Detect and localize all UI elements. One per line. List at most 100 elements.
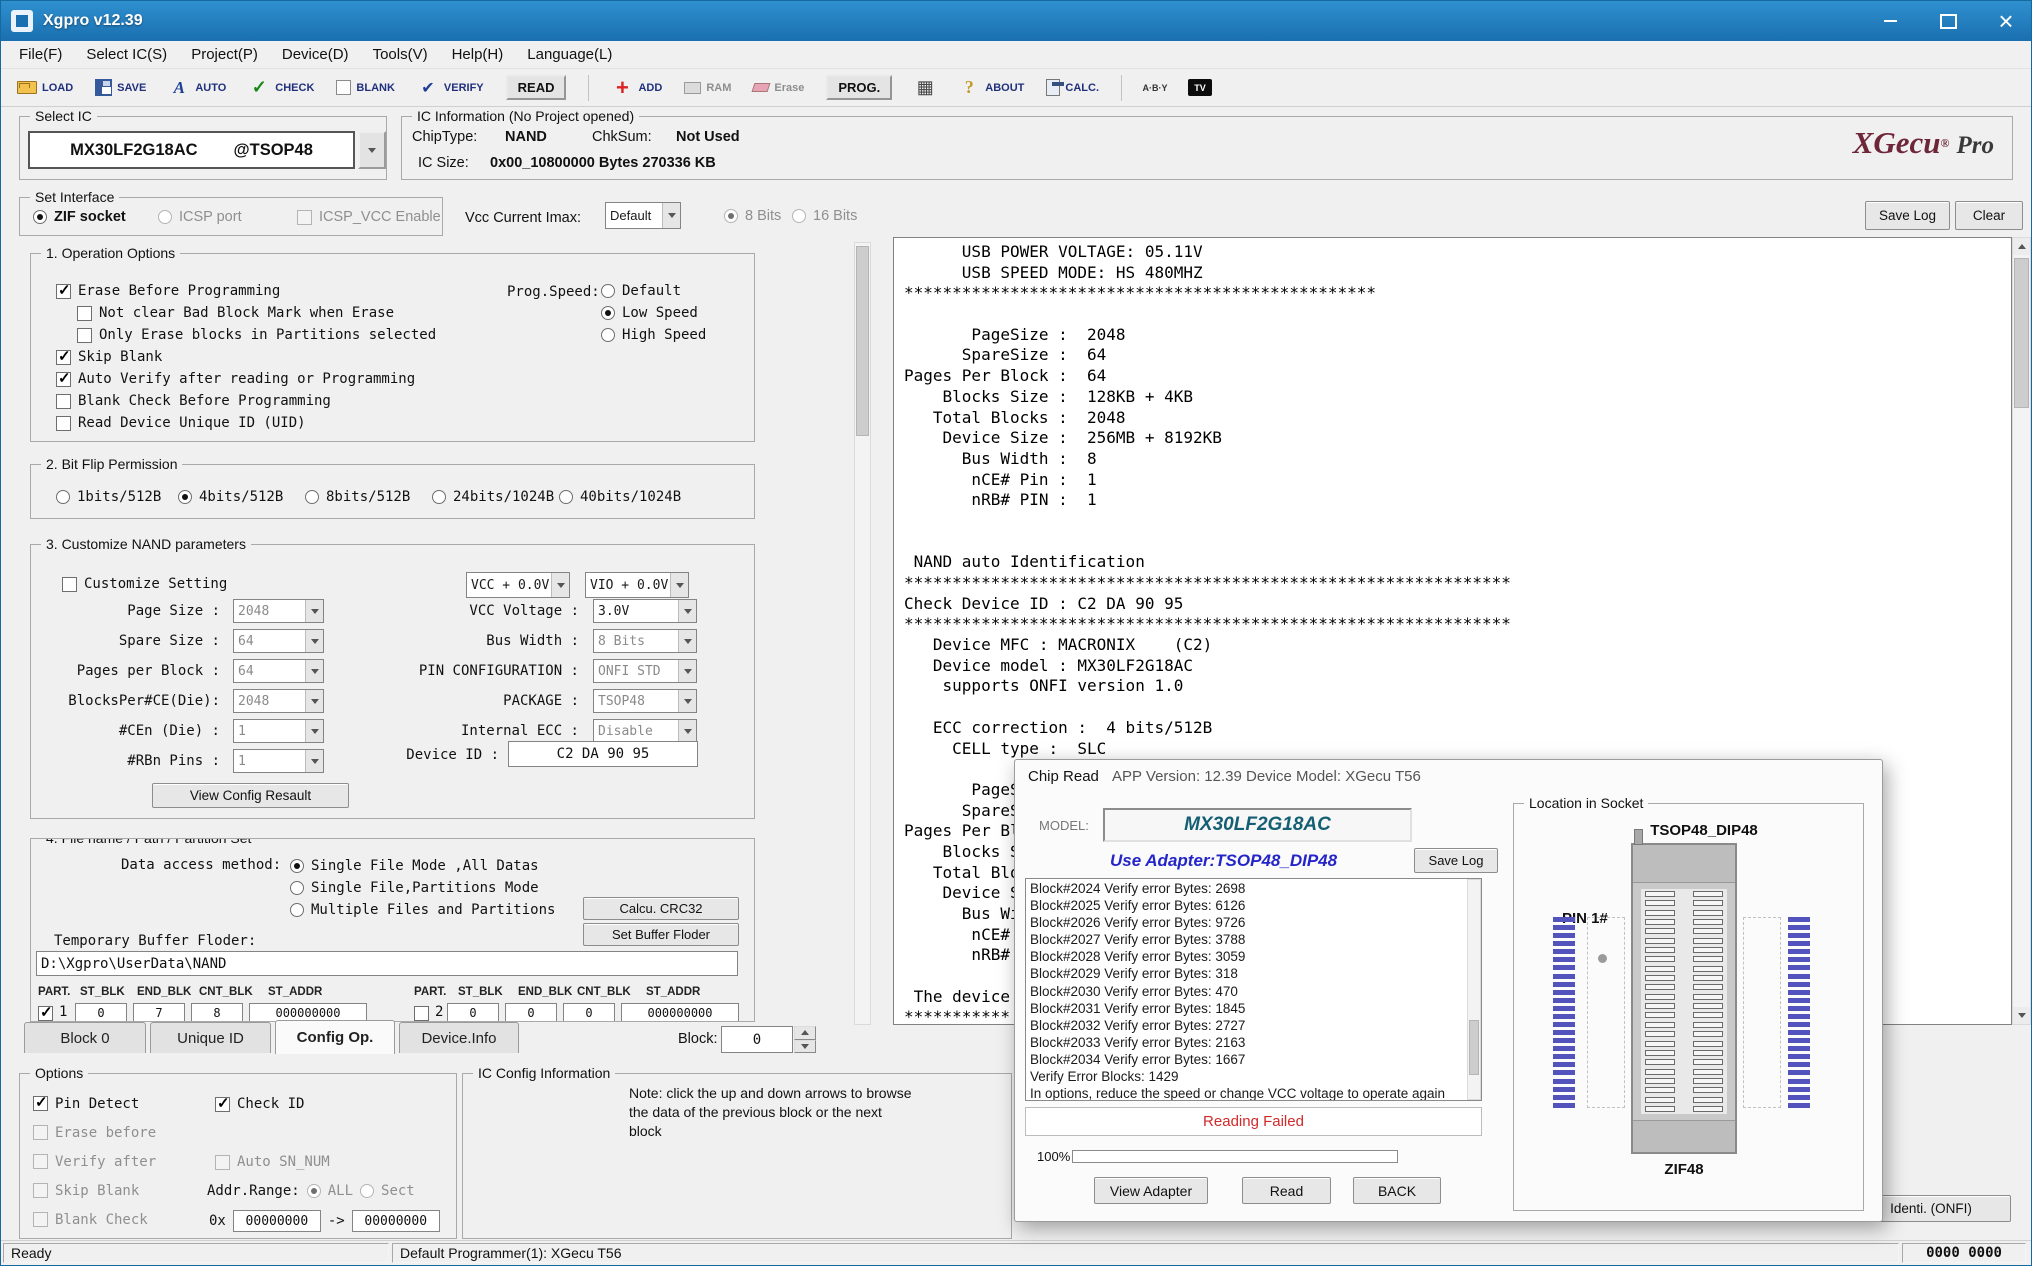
tab-config-op[interactable]: Config Op. (275, 1020, 395, 1054)
view-adapter-button[interactable]: View Adapter (1094, 1177, 1208, 1204)
checkbox-verify-after[interactable]: Verify after (33, 1147, 156, 1176)
radio-4bits-512b[interactable]: 4bits/512B (178, 486, 283, 508)
checkbox-only-erase-blocks-in-partitions-selected[interactable]: Only Erase blocks in Partitions selected (77, 324, 436, 346)
addr-to-input[interactable]: 00000000 (352, 1210, 440, 1232)
scroll-up-icon[interactable] (2013, 238, 2030, 255)
device-id-field[interactable]: C2 DA 90 95 (508, 741, 698, 767)
toolbar-add-button[interactable]: ADD (611, 78, 662, 98)
menu-item-project-p[interactable]: Project(P) (179, 42, 270, 67)
addr-all-radio[interactable] (307, 1184, 321, 1198)
checkbox-blank-check[interactable]: Blank Check (33, 1205, 156, 1234)
checkbox-erase-before-programming[interactable]: Erase Before Programming (56, 280, 436, 302)
partition-cell[interactable]: 0 (563, 1003, 615, 1022)
toolbar-erase-button[interactable]: Erase (753, 82, 804, 94)
scrollbar-thumb[interactable] (1469, 1020, 1479, 1075)
spinner-down-button[interactable] (794, 1040, 816, 1054)
zif-socket-radio[interactable]: ZIF socket (33, 206, 126, 228)
dropdown-disable[interactable]: Disable (593, 719, 697, 743)
checkbox-read-device-unique-id-uid[interactable]: Read Device Unique ID (UID) (56, 412, 436, 434)
vcc-imax-dropdown[interactable]: Default (605, 202, 681, 229)
back-button[interactable]: BACK (1353, 1177, 1441, 1204)
dropdown-3-0v[interactable]: 3.0V (593, 599, 697, 623)
radio-single-file-mode-all-datas[interactable]: Single File Mode ,All Datas (290, 855, 555, 877)
crc32-button[interactable]: Calcu. CRC32 (583, 897, 739, 920)
toolbar-auto-button[interactable]: AUTO (168, 78, 226, 98)
radio-multiple-files-and-partitions[interactable]: Multiple Files and Partitions (290, 899, 555, 921)
dropdown-1[interactable]: 1 (233, 719, 324, 743)
icsp-port-radio[interactable]: ICSP port (158, 206, 242, 228)
toolbar-about-button[interactable]: ABOUT (958, 78, 1024, 98)
toolbar-ram-button[interactable]: RAM (684, 82, 731, 94)
menu-item-tools-v[interactable]: Tools(V) (361, 42, 440, 67)
dropdown-onfi-std[interactable]: ONFI STD (593, 659, 697, 683)
toolbar-tv-button[interactable] (1188, 79, 1212, 96)
toolbar-logic-button[interactable] (914, 78, 936, 98)
left-panel-scrollbar[interactable] (854, 242, 871, 1025)
addr-sect-radio[interactable] (360, 1184, 374, 1198)
partition-cell[interactable]: 8 (191, 1003, 243, 1022)
spinner-up-button[interactable] (794, 1026, 816, 1040)
partition-cell[interactable]: 0 (447, 1003, 499, 1022)
scrollbar-thumb[interactable] (2014, 258, 2029, 408)
checkbox-skip-blank[interactable]: Skip Blank (56, 346, 436, 368)
check-id-checkbox[interactable]: Check ID (215, 1093, 304, 1115)
partition-cell[interactable]: 0 (505, 1003, 557, 1022)
dropdown-tsop48[interactable]: TSOP48 (593, 689, 697, 713)
partition-checkbox[interactable] (414, 1006, 429, 1021)
minimize-icon[interactable] (1873, 7, 1907, 35)
toolbar-load-button[interactable]: LOAD (17, 81, 73, 94)
clear-button[interactable]: Clear (1955, 201, 2023, 230)
menu-item-language-l[interactable]: Language(L) (515, 42, 624, 67)
partition-checkbox[interactable] (38, 1006, 53, 1021)
read-button[interactable]: Read (1242, 1177, 1331, 1204)
buffer-path-input[interactable]: D:\Xgpro\UserData\NAND (36, 951, 738, 976)
maximize-icon[interactable] (1931, 7, 1965, 35)
tab-device-info[interactable]: Device.Info (399, 1022, 519, 1053)
partition-cell[interactable]: 000000000 (621, 1003, 739, 1022)
block-spinner[interactable]: 0 (721, 1026, 793, 1053)
bits16-radio[interactable]: 16 Bits (792, 205, 857, 227)
menu-item-file-f[interactable]: File(F) (7, 42, 74, 67)
dropdown-64[interactable]: 64 (233, 629, 324, 653)
dropdown-2048[interactable]: 2048 (233, 599, 324, 623)
toolbar-check-button[interactable]: CHECK (248, 78, 314, 98)
checkbox-skip-blank[interactable]: Skip Blank (33, 1176, 156, 1205)
vio-offset-dropdown[interactable]: VIO + 0.0V (585, 572, 689, 598)
toolbar-calc-button[interactable]: CALC. (1046, 79, 1099, 96)
toolbar-blank-button[interactable]: BLANK (336, 80, 395, 95)
icsp-vcc-checkbox[interactable]: ICSP_VCC Enable (297, 206, 441, 228)
bits8-radio[interactable]: 8 Bits (724, 205, 781, 227)
customize-setting-checkbox[interactable]: Customize Setting (62, 573, 227, 595)
checkbox-erase-before[interactable]: Erase before (33, 1118, 156, 1147)
tab-block-0[interactable]: Block 0 (24, 1022, 146, 1053)
verify-log-list[interactable]: Block#2024 Verify error Bytes: 2698Block… (1025, 878, 1482, 1101)
set-buffer-button[interactable]: Set Buffer Floder (583, 923, 739, 946)
partition-cell[interactable]: 0 (75, 1003, 127, 1022)
checkbox-blank-check-before-programming[interactable]: Blank Check Before Programming (56, 390, 436, 412)
radio-high-speed[interactable]: High Speed (601, 324, 706, 346)
toolbar-read-button[interactable]: READ (506, 75, 567, 100)
auto-sn-checkbox[interactable]: Auto SN_NUM (215, 1151, 330, 1173)
radio-24bits-1024b[interactable]: 24bits/1024B (432, 486, 554, 508)
dropdown-2048[interactable]: 2048 (233, 689, 324, 713)
toolbar-save-button[interactable]: SAVE (95, 79, 146, 96)
menu-item-select-ic-s[interactable]: Select IC(S) (74, 42, 179, 67)
dropdown-64[interactable]: 64 (233, 659, 324, 683)
addr-from-input[interactable]: 00000000 (233, 1210, 321, 1232)
toolbar-aby-button[interactable] (1144, 78, 1166, 98)
partition-cell[interactable]: 7 (133, 1003, 185, 1022)
save-log-button[interactable]: Save Log (1865, 201, 1950, 230)
radio-8bits-512b[interactable]: 8bits/512B (305, 486, 410, 508)
scrollbar-thumb[interactable] (856, 246, 869, 436)
radio-40bits-1024b[interactable]: 40bits/1024B (559, 486, 681, 508)
close-icon[interactable] (1989, 7, 2023, 35)
console-scrollbar[interactable] (2012, 237, 2031, 1025)
scroll-down-icon[interactable] (2013, 1007, 2030, 1024)
radio-single-file-partitions-mode[interactable]: Single File,Partitions Mode (290, 877, 555, 899)
log-scrollbar[interactable] (1467, 879, 1481, 1100)
menu-item-help-h[interactable]: Help(H) (440, 42, 516, 67)
radio-1bits-512b[interactable]: 1bits/512B (56, 486, 161, 508)
dropdown-8-bits[interactable]: 8 Bits (593, 629, 697, 653)
radio-low-speed[interactable]: Low Speed (601, 302, 706, 324)
ic-select-dropdown[interactable]: MX30LF2G18AC @TSOP48 (28, 131, 355, 169)
